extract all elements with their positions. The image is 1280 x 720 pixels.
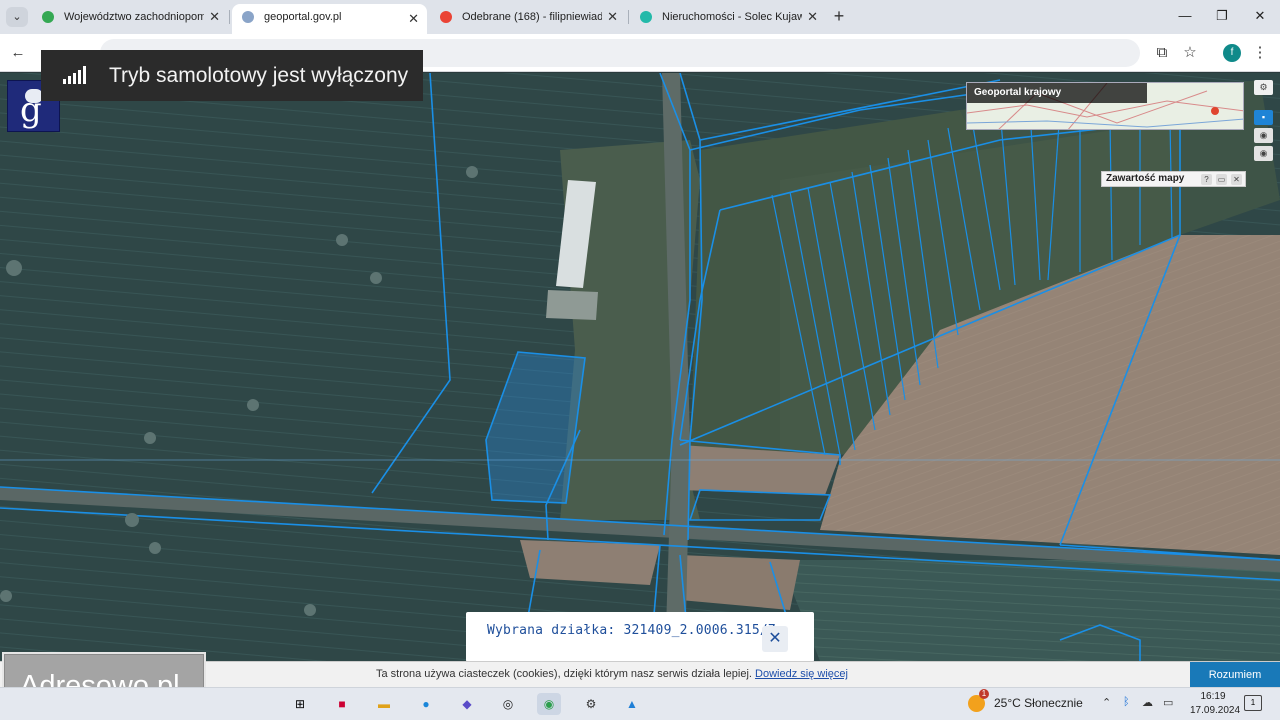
map-tools-icon[interactable]: ⚙ xyxy=(1254,80,1273,95)
profile-avatar[interactable]: f xyxy=(1223,44,1241,62)
cookie-learn-more-link[interactable]: Dowiedz się więcej xyxy=(755,668,848,680)
back-arrow-icon[interactable]: ← xyxy=(8,43,28,63)
selected-parcel-label: Wybrana działka: 321409_2.0006.315/7 xyxy=(487,623,776,638)
notification-icon[interactable]: 1 xyxy=(1244,695,1262,711)
tab-title: Województwo zachodniopomorskie xyxy=(64,11,204,23)
settings-gear-icon[interactable]: ⚙ xyxy=(579,693,603,715)
geoportal-icon xyxy=(242,11,254,23)
tab-gmail[interactable]: Odebrane (168) - filipniewiadomski ✕ xyxy=(430,4,626,30)
file-explorer-icon[interactable]: ▬ xyxy=(372,693,396,715)
signal-bars-icon xyxy=(63,66,86,84)
maximize-icon[interactable]: ❐ xyxy=(1212,6,1232,26)
close-parcel-button[interactable]: ✕ xyxy=(762,626,788,652)
overview-map-title: Geoportal krajowy xyxy=(967,83,1147,103)
otodom-icon xyxy=(640,11,652,23)
map-content-title: Zawartość mapy xyxy=(1106,173,1185,184)
clock[interactable]: 16:19 17.09.2024 xyxy=(1190,690,1241,718)
weather-text: 25°C Słonecznie xyxy=(994,696,1083,710)
copilot-icon[interactable]: ◆ xyxy=(455,693,479,715)
chevron-up-icon[interactable]: ⌃ xyxy=(1102,696,1111,709)
visibility-icon[interactable]: ◉ xyxy=(1254,146,1273,161)
selected-parcel-popup: Wybrana działka: 321409_2.0006.315/7 ✕ xyxy=(466,612,814,662)
chrome-icon[interactable]: ◉ xyxy=(537,693,561,715)
battery-icon[interactable]: ▭ xyxy=(1163,696,1173,709)
install-app-icon[interactable]: ⧉ xyxy=(1152,43,1172,63)
close-tab-icon[interactable]: ✕ xyxy=(607,4,618,30)
weather-badge: 1 xyxy=(979,689,989,699)
close-tab-icon[interactable]: ✕ xyxy=(209,4,220,30)
aerial-map xyxy=(0,73,1280,661)
toast-title: Tryb samolotowy jest wyłączony xyxy=(109,64,409,87)
opera-icon[interactable]: ◎ xyxy=(496,693,520,715)
tab-geoportal[interactable]: geoportal.gov.pl ✕ xyxy=(232,4,427,34)
clock-time: 16:19 xyxy=(1200,691,1226,702)
cookie-accept-button[interactable]: Rozumiem xyxy=(1190,662,1280,688)
bluetooth-icon[interactable]: ᛒ xyxy=(1123,696,1130,708)
eye-icon[interactable]: ◉ xyxy=(1254,128,1273,143)
help-icon[interactable]: ? xyxy=(1201,174,1212,185)
clock-date: 17.09.2024 xyxy=(1190,705,1241,716)
map-content-panel[interactable]: Zawartość mapy ? ▭ ✕ xyxy=(1101,171,1246,187)
tab-title: Nieruchomości - Solec Kujawski xyxy=(662,11,802,23)
close-window-icon[interactable]: ✕ xyxy=(1250,6,1270,26)
tab-title: Odebrane (168) - filipniewiadomski xyxy=(462,11,602,23)
layer-base-icon[interactable]: ▪ xyxy=(1254,110,1273,125)
close-tab-icon[interactable]: ✕ xyxy=(807,4,818,30)
photos-icon[interactable]: ▲ xyxy=(620,693,644,715)
tab-search-button[interactable]: ⌄ xyxy=(6,7,28,27)
tab-wojewodztwo[interactable]: Województwo zachodniopomorskie ✕ xyxy=(32,4,228,30)
cookie-message: Ta strona używa ciasteczek (cookies), dz… xyxy=(376,668,848,680)
maps-pin-icon xyxy=(42,11,54,23)
gmail-icon xyxy=(440,11,452,23)
edge-icon[interactable]: ● xyxy=(414,693,438,715)
task-view-icon[interactable]: ⊞ xyxy=(288,693,312,715)
menu-kebab-icon[interactable]: ⋮ xyxy=(1250,43,1270,63)
map-canvas[interactable] xyxy=(0,73,1280,661)
tab-strip: ⌄ Województwo zachodniopomorskie ✕ geopo… xyxy=(0,0,1280,34)
overview-map[interactable]: Geoportal krajowy xyxy=(966,82,1244,130)
tab-title: geoportal.gov.pl xyxy=(264,11,342,23)
minimize-icon[interactable]: — xyxy=(1175,6,1195,26)
bookmark-star-icon[interactable]: ☆ xyxy=(1180,43,1200,63)
tab-separator xyxy=(229,10,230,24)
logo-g-glyph: g xyxy=(20,90,42,130)
cookie-text: Ta strona używa ciasteczek (cookies), dz… xyxy=(376,668,752,680)
close-panel-icon[interactable]: ✕ xyxy=(1231,174,1242,185)
new-tab-button[interactable]: + xyxy=(830,5,848,27)
network-icon[interactable]: ☁ xyxy=(1142,696,1153,709)
restore-icon[interactable]: ▭ xyxy=(1216,174,1227,185)
store-icon[interactable]: ■ xyxy=(330,693,354,715)
airplane-mode-toast: Tryb samolotowy jest wyłączony xyxy=(41,50,423,101)
close-tab-icon[interactable]: ✕ xyxy=(408,6,419,32)
windows-taskbar: ⊞ ■ ▬ ● ◆ ◎ ◉ ⚙ ▲ 1 25°C Słonecznie ⌃ ᛒ … xyxy=(0,687,1280,720)
tab-otodom[interactable]: Nieruchomości - Solec Kujawski ✕ xyxy=(630,4,826,30)
tab-separator xyxy=(628,10,629,24)
